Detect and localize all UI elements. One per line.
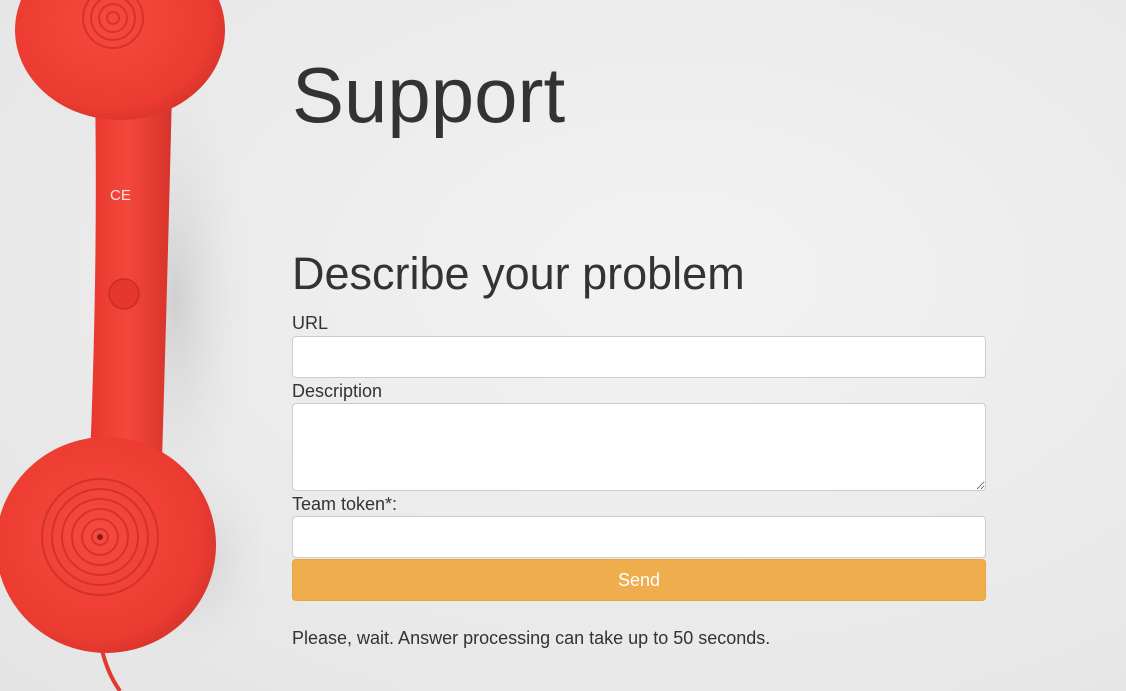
description-textarea[interactable] [292,403,986,491]
team-token-input[interactable] [292,516,986,558]
url-input[interactable] [292,336,986,378]
red-telephone-handset-image: CE [0,0,260,691]
status-message: Please, wait. Answer processing can take… [292,628,771,648]
svg-text:CE: CE [110,187,131,204]
url-label: URL [292,313,329,333]
description-label: Description [292,381,383,401]
team-token-label: Team token*: [292,494,398,514]
send-button[interactable]: Send [292,559,986,601]
page-title: Support [292,51,566,139]
form-heading: Describe your problem [292,248,745,299]
